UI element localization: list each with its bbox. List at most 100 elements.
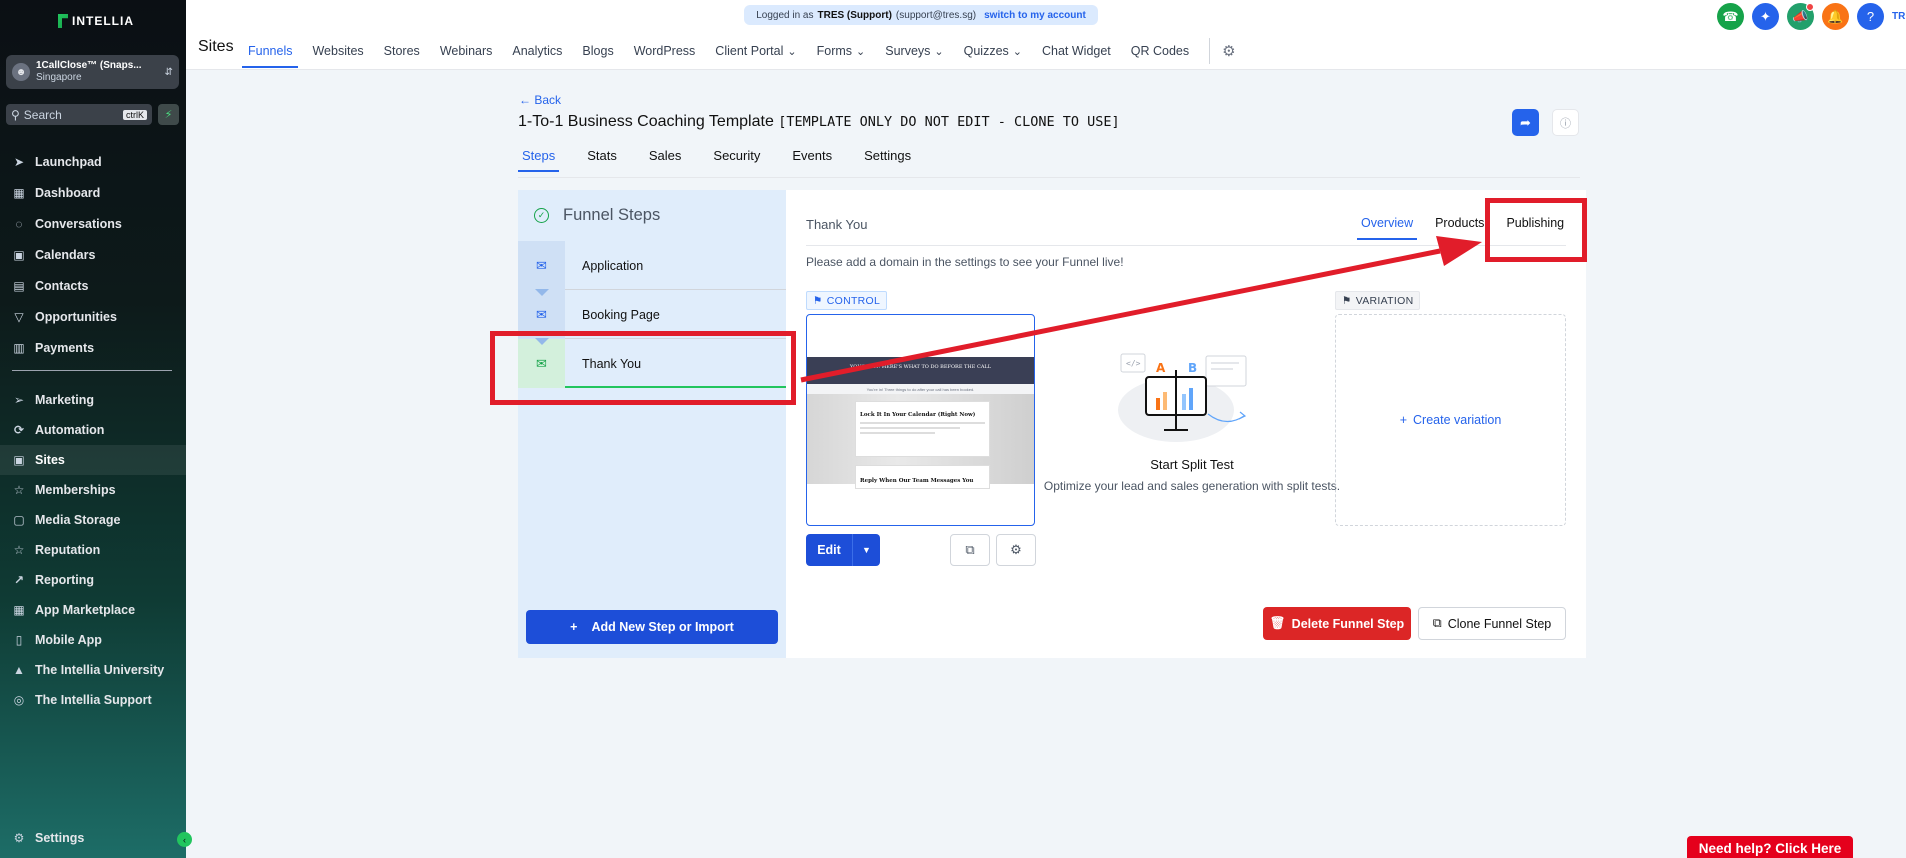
delete-step-button[interactable]: 🗑 Delete Funnel Step [1263, 607, 1411, 640]
create-variation-button[interactable]: + Create variation [1335, 314, 1566, 526]
nav-wordpress[interactable]: WordPress [634, 38, 696, 64]
sidebar-item-label: Marketing [35, 393, 95, 407]
share-button[interactable]: ➦ [1512, 109, 1539, 136]
step-detail-panel: Thank You Overview Products Publishing Ple… [786, 190, 1586, 658]
edit-button[interactable]: Edit [806, 534, 853, 566]
gear-icon: ⚙ [1010, 542, 1022, 557]
nav-quizzes[interactable]: Quizzes ⌄ [964, 38, 1022, 64]
quick-action-bolt-icon[interactable]: ⚡ [158, 104, 179, 125]
open-external-button[interactable]: ⧉ [950, 534, 990, 566]
account-switcher[interactable]: ☻ 1CallClose™ (Snaps... Singapore ⇵ [6, 55, 179, 89]
nav-websites[interactable]: Websites [312, 38, 363, 64]
nav-analytics[interactable]: Analytics [512, 38, 562, 64]
bell-icon[interactable]: 🔔 [1822, 3, 1849, 30]
help-icon[interactable]: ? [1857, 3, 1884, 30]
step-tab-overview[interactable]: Overview [1356, 216, 1418, 240]
user-initials[interactable]: TRES [1892, 11, 1906, 22]
sidebar-item-calendars[interactable]: ▣ Calendars [0, 239, 186, 270]
nav-webinars[interactable]: Webinars [440, 38, 493, 64]
sidebar-item-opportunities[interactable]: ▽ Opportunities [0, 301, 186, 332]
funnel-steps-heading: ✓ Funnel Steps [534, 206, 660, 225]
external-link-icon: ⧉ [965, 542, 975, 557]
sparkle-icon[interactable]: ✦ [1752, 3, 1779, 30]
nav-funnels[interactable]: Funnels [241, 38, 300, 68]
top-icons: ☎ ✦ 📣 🔔 ? TRES [1717, 3, 1906, 30]
sidebar-item-reputation[interactable]: ☆ Reputation [0, 535, 186, 565]
sidebar-item-label: Calendars [35, 247, 96, 262]
nav-label: Forms [816, 44, 853, 58]
megaphone-icon[interactable]: 📣 [1787, 3, 1814, 30]
step-settings-button[interactable]: ⚙ [996, 534, 1036, 566]
sidebar-search[interactable]: ⚲ Search ctrlK [6, 104, 152, 125]
chevron-updown-icon: ⇵ [164, 66, 173, 78]
nav-label: Blogs [582, 44, 614, 58]
sidebar-item-label: App Marketplace [35, 603, 136, 617]
sidebar-item-mobile-app[interactable]: ▯ Mobile App [0, 625, 186, 655]
sidebar-item-the-intellia-support[interactable]: ◎ The Intellia Support [0, 685, 186, 715]
gear-icon[interactable]: ⚙ [1222, 42, 1235, 60]
sidebar-item-media-storage[interactable]: ▢ Media Storage [0, 505, 186, 535]
sidebar: INTELLIA ☻ 1CallClose™ (Snaps... Singapo… [0, 0, 186, 858]
tab-events[interactable]: Events [788, 143, 836, 172]
annotation-box-publishing [1485, 198, 1587, 262]
nav-label: Stores [383, 44, 420, 58]
contacts-icon: ▤ [13, 278, 25, 293]
sidebar-item-reporting[interactable]: ↗ Reporting [0, 565, 186, 595]
chat-icon: ◌ [15, 216, 23, 231]
apps-icon: ▦ [13, 603, 25, 617]
nav-label: Chat Widget [1042, 44, 1111, 58]
nav-surveys[interactable]: Surveys ⌄ [885, 38, 943, 64]
help-button[interactable]: Need help? Click Here [1687, 836, 1853, 858]
nav-client-portal[interactable]: Client Portal ⌄ [715, 38, 796, 64]
switch-account-link[interactable]: switch to my account [984, 10, 1086, 21]
nav-qr-codes[interactable]: QR Codes [1131, 38, 1189, 64]
sidebar-item-automation[interactable]: ⟳ Automation [0, 415, 186, 445]
sidebar-item-marketing[interactable]: ➢ Marketing [0, 385, 186, 415]
sidebar-item-conversations[interactable]: ◌ Conversations [0, 208, 186, 239]
add-step-button[interactable]: + Add New Step or Import [526, 610, 778, 644]
tab-stats[interactable]: Stats [583, 143, 621, 172]
sidebar-item-memberships[interactable]: ☆ Memberships [0, 475, 186, 505]
sidebar-item-the-intellia-university[interactable]: ▲ The Intellia University [0, 655, 186, 685]
sidebar-item-contacts[interactable]: ▤ Contacts [0, 270, 186, 301]
delete-step-label: Delete Funnel Step [1291, 616, 1405, 631]
sidebar-item-payments[interactable]: ▥ Payments [0, 332, 186, 363]
flag-icon: ⚑ [813, 294, 823, 307]
funnel-step-item[interactable]: ✉ Application [518, 241, 786, 296]
search-placeholder: Search [23, 107, 62, 122]
control-label: CONTROL [826, 294, 881, 307]
preview-subtext: You're in! Three things to do after your… [807, 384, 1034, 394]
chevron-down-icon[interactable]: ▼ [853, 534, 880, 566]
funnel-step-label: Application [582, 258, 644, 273]
step-tab-products[interactable]: Products [1435, 216, 1484, 240]
sidebar-item-launchpad[interactable]: ➤ Launchpad [0, 146, 186, 177]
info-button[interactable]: ⓘ [1552, 109, 1579, 136]
calendar-icon: ▣ [13, 247, 25, 262]
email-icon: ✉ [518, 241, 565, 290]
flag-icon: ⚑ [1342, 294, 1352, 307]
send-icon: ➢ [13, 393, 25, 407]
page-preview-thumbnail[interactable]: YOU'RE IN! HERE'S WHAT TO DO BEFORE THE … [806, 314, 1035, 526]
phone-icon[interactable]: ☎ [1717, 3, 1744, 30]
tab-settings[interactable]: Settings [860, 143, 915, 172]
grid-icon: ▦ [13, 185, 25, 200]
back-link[interactable]: ← Back [519, 93, 561, 107]
clone-step-button[interactable]: ⧉ Clone Funnel Step [1418, 607, 1566, 640]
sidebar-item-dashboard[interactable]: ▦ Dashboard [0, 177, 186, 208]
sidebar-item-settings[interactable]: ⚙ Settings [0, 823, 186, 853]
nav-stores[interactable]: Stores [384, 38, 420, 64]
filter-icon: ▽ [14, 309, 24, 324]
sidebar-item-sites[interactable]: ▣ Sites [0, 445, 186, 475]
nav-chat-widget[interactable]: Chat Widget [1042, 38, 1111, 64]
sites-icon: ▣ [13, 453, 25, 467]
tab-security[interactable]: Security [709, 143, 764, 172]
nav-blogs[interactable]: Blogs [582, 38, 613, 64]
sidebar-item-app-marketplace[interactable]: ▦ App Marketplace [0, 595, 186, 625]
intellia-logo[interactable]: INTELLIA [58, 14, 134, 28]
nav-forms[interactable]: Forms ⌄ [817, 38, 866, 64]
tab-steps[interactable]: Steps [518, 143, 560, 172]
sidebar-collapse-button[interactable]: ‹ [177, 832, 192, 847]
tab-sales[interactable]: Sales [645, 143, 686, 172]
support-icon: ◎ [13, 693, 25, 707]
funnel-steps-title: Funnel Steps [563, 206, 661, 224]
